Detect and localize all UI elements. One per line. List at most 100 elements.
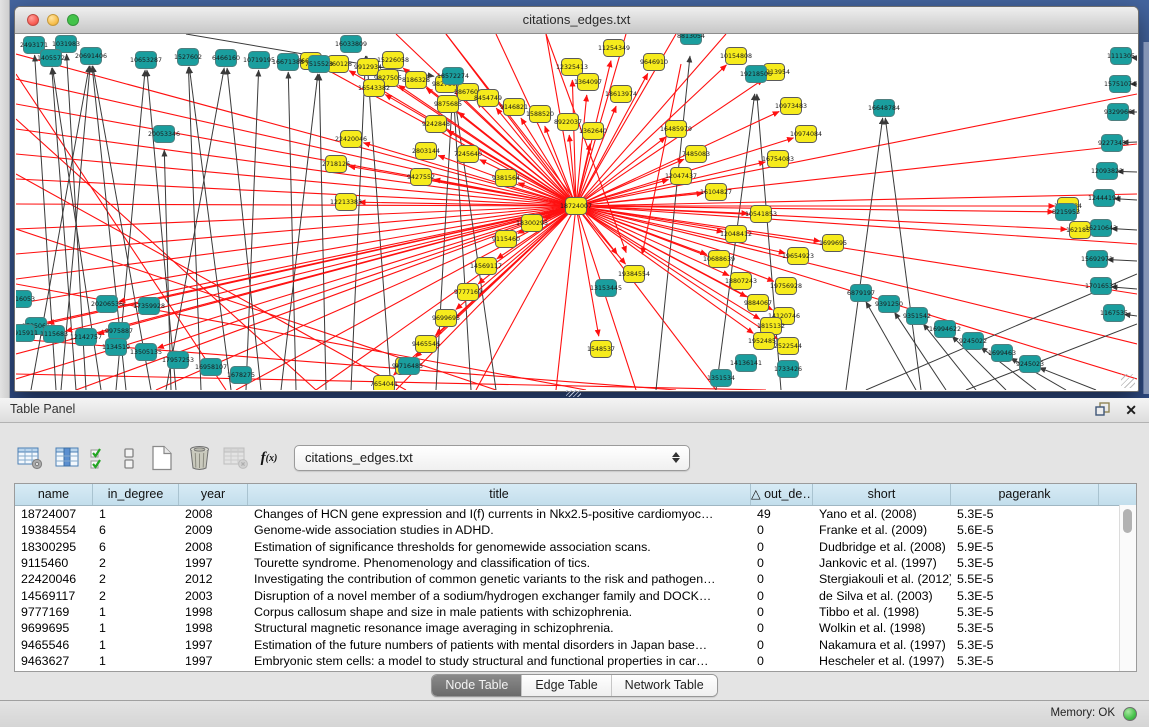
graph-node[interactable]: 9875685: [434, 96, 462, 113]
graph-node[interactable]: 9245022: [959, 333, 987, 350]
table-row[interactable]: 1938455462009Genome-wide association stu…: [15, 522, 1136, 538]
graph-node[interactable]: 6879197: [847, 285, 875, 302]
graph-node[interactable]: 8813054: [677, 34, 705, 45]
graph-node[interactable]: 17957253: [162, 352, 194, 369]
graph-node[interactable]: 16648784: [868, 100, 900, 117]
row-height-icon[interactable]: [119, 444, 139, 472]
vertical-scrollbar[interactable]: [1119, 505, 1136, 671]
graph-node[interactable]: 9716485: [395, 358, 423, 375]
graph-node[interactable]: 3915911: [16, 325, 38, 342]
graph-node[interactable]: 1548537: [587, 341, 615, 358]
graph-node[interactable]: 12093822: [1091, 163, 1123, 180]
graph-node[interactable]: 1115683: [40, 326, 68, 343]
table-row[interactable]: 1456911722003Disruption of a novel membe…: [15, 587, 1136, 603]
graph-node[interactable]: 20206536: [91, 296, 123, 313]
graph-node[interactable]: 7654041: [370, 376, 398, 391]
table-row[interactable]: 946554611997Estimation of the future num…: [15, 636, 1136, 652]
graph-node[interactable]: 8186328: [402, 72, 430, 89]
splitter-grip-icon[interactable]: [566, 390, 581, 397]
graph-node[interactable]: 9465546: [412, 336, 440, 353]
table-row[interactable]: 946362711997Embryonic stem cells: a mode…: [15, 653, 1136, 669]
float-panel-icon[interactable]: [1095, 402, 1111, 418]
graph-node[interactable]: 8922037: [554, 114, 582, 131]
graph-node[interactable]: 12213383: [330, 194, 362, 211]
table-select-dropdown[interactable]: citations_edges.txt: [294, 445, 690, 471]
tab-edge-table[interactable]: Edge Table: [521, 675, 610, 696]
graph-node[interactable]: 1699695: [819, 235, 847, 252]
graph-node[interactable]: 1678275: [227, 367, 255, 384]
table-row[interactable]: 977716911998Corpus callosum shape and si…: [15, 604, 1136, 620]
graph-node[interactable]: 1111305: [1107, 48, 1135, 65]
table-row[interactable]: 2242004622012Investigating the contribut…: [15, 571, 1136, 587]
graph-node[interactable]: 10154808: [720, 48, 752, 65]
graph-node[interactable]: 7515523: [305, 56, 333, 73]
delete-column-icon[interactable]: [185, 444, 213, 472]
graph-node[interactable]: 2803144: [412, 143, 440, 160]
table-row[interactable]: 1830029562008Estimation of significance …: [15, 539, 1136, 555]
graph-node[interactable]: 1134519: [102, 339, 130, 356]
graph-node[interactable]: 20691406: [75, 48, 107, 65]
function-builder-icon[interactable]: f(x): [259, 444, 279, 472]
select-columns-icon[interactable]: [90, 444, 110, 472]
network-graph[interactable]: 1830029593815647245640924284828031449427…: [16, 34, 1137, 390]
graph-node[interactable]: 10653287: [130, 52, 162, 69]
graph-node[interactable]: 10719195: [243, 52, 275, 69]
graph-node[interactable]: 10973483: [775, 98, 807, 115]
graph-node[interactable]: 16104827: [700, 184, 732, 201]
scrollbar-thumb[interactable]: [1123, 509, 1132, 533]
graph-node[interactable]: 9245023: [1016, 356, 1044, 373]
graph-node[interactable]: 14136141: [730, 355, 762, 372]
tab-node-table[interactable]: Node Table: [432, 675, 521, 696]
graph-node[interactable]: 9227343: [1098, 135, 1126, 152]
graph-node[interactable]: 7485083: [682, 146, 710, 163]
graph-node[interactable]: 9242848: [422, 116, 450, 133]
graph-node[interactable]: 13153445: [590, 280, 622, 297]
graph-node[interactable]: 1699463: [988, 345, 1016, 362]
graph-node[interactable]: 14569117: [470, 258, 502, 275]
graph-node[interactable]: 9115460: [492, 231, 520, 248]
graph-node[interactable]: 15751074: [1104, 76, 1136, 93]
graph-node[interactable]: 1362640: [579, 123, 607, 140]
graph-node[interactable]: 2616053: [16, 291, 35, 308]
graph-node[interactable]: 9391250: [875, 296, 903, 313]
graph-node[interactable]: 9777169: [454, 284, 482, 301]
column-header-in_degree[interactable]: in_degree: [93, 484, 179, 505]
zoom-window-button[interactable]: [67, 14, 79, 26]
graph-node[interactable]: 16671388: [272, 54, 304, 71]
column-header-short[interactable]: short: [813, 484, 951, 505]
window-titlebar[interactable]: citations_edges.txt: [15, 7, 1138, 34]
graph-node[interactable]: 8215953: [1052, 204, 1080, 221]
graph-node[interactable]: 6466160: [212, 50, 240, 67]
graph-node[interactable]: 1405572: [37, 50, 65, 67]
graph-node[interactable]: 1588520: [526, 106, 554, 123]
graph-node[interactable]: 2522544: [774, 338, 802, 355]
graph-node[interactable]: 2718126: [322, 156, 350, 173]
window-resize-grip-icon[interactable]: [1121, 374, 1135, 388]
graph-node[interactable]: 19756928: [770, 278, 802, 295]
graph-node[interactable]: 9975887: [105, 323, 133, 340]
graph-node[interactable]: 9427552: [407, 169, 435, 186]
network-canvas[interactable]: 1830029593815647245640924284828031449427…: [16, 34, 1137, 390]
graph-node[interactable]: 17016534: [1085, 278, 1117, 295]
graph-node[interactable]: 9884067: [744, 295, 772, 312]
column-header-out_degree[interactable]: △ out_de…: [751, 484, 813, 505]
graph-node[interactable]: 7245640: [454, 146, 482, 163]
graph-node[interactable]: 1351534: [707, 370, 735, 387]
table-row[interactable]: 911546021997Tourette syndrome. Phenomeno…: [15, 555, 1136, 571]
column-header-title[interactable]: title: [248, 484, 751, 505]
graph-node[interactable]: 11254349: [598, 40, 630, 57]
column-header-pagerank[interactable]: pagerank: [951, 484, 1099, 505]
graph-node[interactable]: 9329966: [1104, 104, 1132, 121]
graph-node[interactable]: 1527602: [174, 49, 202, 66]
table-mode-icon[interactable]: [16, 444, 44, 472]
graph-node[interactable]: 15692971: [1081, 251, 1113, 268]
show-columns-icon[interactable]: [53, 444, 81, 472]
graph-node[interactable]: 1815132: [757, 318, 785, 335]
graph-node[interactable]: 19654923: [782, 248, 814, 265]
close-window-button[interactable]: [27, 14, 39, 26]
column-header-name[interactable]: name: [15, 484, 93, 505]
create-column-icon[interactable]: [148, 444, 176, 472]
graph-node[interactable]: 9699695: [432, 310, 460, 327]
graph-node[interactable]: 12444194: [1088, 190, 1120, 207]
graph-node[interactable]: 13505135: [130, 344, 162, 361]
